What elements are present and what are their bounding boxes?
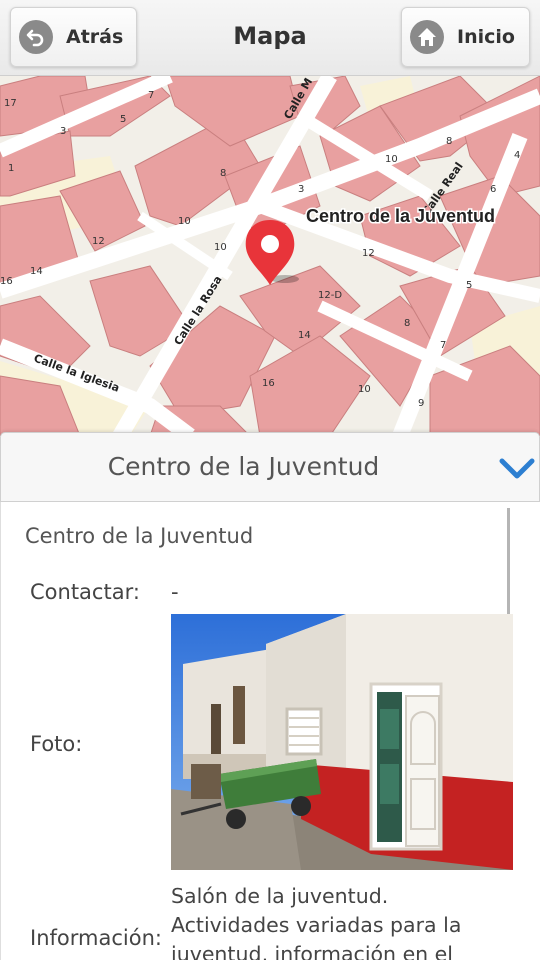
contact-value: -	[171, 580, 179, 604]
house-number: 17	[4, 98, 17, 109]
info-label: Información:	[30, 926, 162, 950]
contact-label: Contactar:	[30, 580, 140, 604]
house-number: 9	[418, 398, 424, 409]
top-bar: Atrás Mapa Inicio	[0, 0, 540, 76]
house-number: 10	[214, 242, 227, 253]
place-name: Centro de la Juventud	[25, 524, 254, 548]
house-number: 1	[8, 163, 14, 174]
place-photo[interactable]	[171, 614, 513, 870]
home-button-label: Inicio	[457, 26, 515, 48]
house-number: 3	[60, 126, 66, 137]
map-view[interactable]: Calle la Rosa Calle la Iglesia Calle Rea…	[0, 76, 540, 436]
house-number: 5	[120, 114, 126, 125]
details-panel-content: Centro de la Juventud Contactar: - Foto:	[0, 502, 540, 960]
back-button-label: Atrás	[66, 26, 124, 48]
house-number: 3	[298, 184, 304, 195]
house-number: 10	[358, 384, 371, 395]
page-title: Mapa	[233, 22, 307, 50]
place-label: Centro de la Juventud	[306, 206, 495, 226]
house-number: 16	[262, 378, 275, 389]
info-text: Salón de la juventud. Actividades variad…	[171, 884, 462, 960]
house-number: 4	[514, 150, 520, 161]
home-button[interactable]: Inicio	[401, 7, 530, 67]
back-arrow-icon	[19, 20, 53, 54]
house-number: 14	[298, 330, 311, 341]
house-number: 16	[0, 276, 13, 287]
house-number: 12	[92, 236, 105, 247]
house-number: 12-D	[318, 290, 342, 301]
house-number: 7	[440, 340, 446, 351]
chevron-down-icon[interactable]	[499, 455, 535, 481]
back-button[interactable]: Atrás	[10, 7, 137, 67]
house-number: 6	[490, 184, 496, 195]
house-number: 12	[362, 248, 375, 259]
house-number: 5	[466, 280, 472, 291]
house-number: 8	[446, 136, 452, 147]
house-number: 8	[404, 318, 410, 329]
details-panel-title: Centro de la Juventud	[107, 452, 380, 481]
house-number: 7	[148, 90, 154, 101]
house-number: 10	[178, 216, 191, 227]
home-icon	[410, 20, 444, 54]
house-number: 10	[385, 154, 398, 165]
house-number: 8	[220, 168, 226, 179]
photo-label: Foto:	[30, 732, 83, 756]
details-panel-header[interactable]: Centro de la Juventud	[0, 432, 540, 502]
house-number: 14	[30, 266, 43, 277]
